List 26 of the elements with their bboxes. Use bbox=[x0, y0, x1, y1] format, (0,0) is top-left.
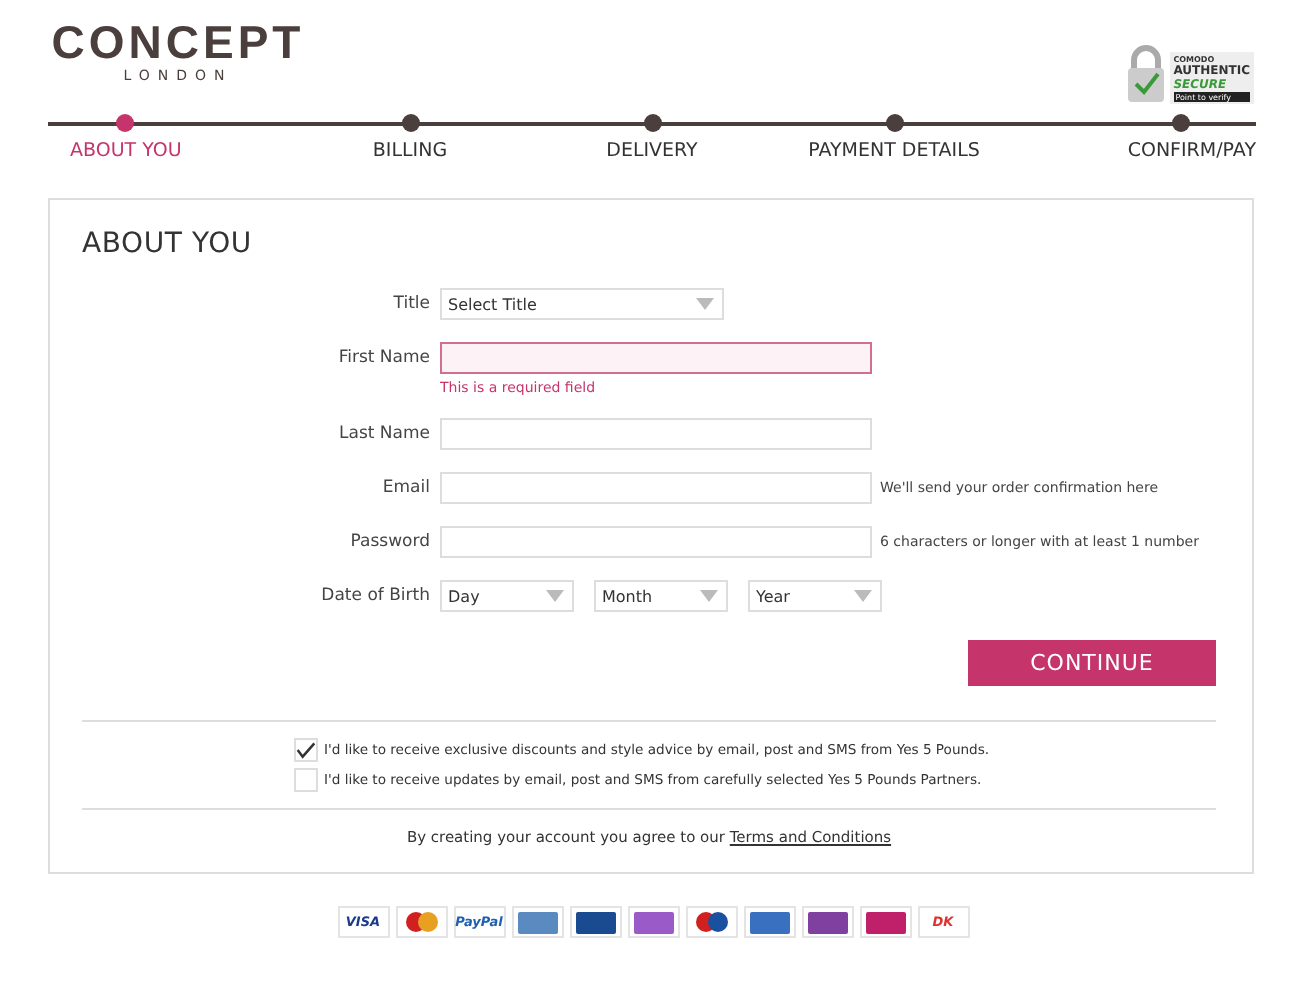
field-label: First Name bbox=[336, 346, 432, 372]
field-label: Password bbox=[348, 530, 432, 556]
field-label: Date of Birth bbox=[319, 584, 432, 610]
dropdown-arrow-icon bbox=[546, 590, 564, 602]
form-heading: ABOUT YOU bbox=[82, 228, 254, 260]
field-label: Last Name bbox=[337, 422, 432, 448]
field-label: Title bbox=[391, 292, 432, 318]
date-select[interactable]: Year bbox=[748, 580, 882, 612]
field-label: Email bbox=[380, 476, 432, 502]
dropdown-arrow-icon bbox=[696, 298, 714, 310]
brand-name: CONCEPT bbox=[51, 16, 305, 68]
checkbox[interactable] bbox=[294, 768, 318, 792]
step-tab[interactable]: ABOUT YOU bbox=[70, 140, 182, 162]
padlock-icon bbox=[1125, 44, 1166, 104]
checkbox[interactable] bbox=[294, 738, 318, 762]
step-tab[interactable]: CONFIRM/PAY bbox=[1127, 140, 1256, 162]
title-select[interactable]: Select Title bbox=[440, 288, 724, 320]
dropdown-arrow-icon bbox=[700, 590, 718, 602]
continue-button[interactable]: CONTINUE bbox=[968, 640, 1216, 686]
text-input[interactable] bbox=[440, 342, 872, 374]
step-tab[interactable]: DELIVERY bbox=[606, 140, 698, 162]
date-select[interactable]: Month bbox=[594, 580, 728, 612]
step-tab[interactable]: PAYMENT DETAILS bbox=[808, 140, 980, 162]
dropdown-arrow-icon bbox=[854, 590, 872, 602]
date-select[interactable]: Day bbox=[440, 580, 574, 612]
step-tab[interactable]: BILLING bbox=[372, 140, 448, 162]
